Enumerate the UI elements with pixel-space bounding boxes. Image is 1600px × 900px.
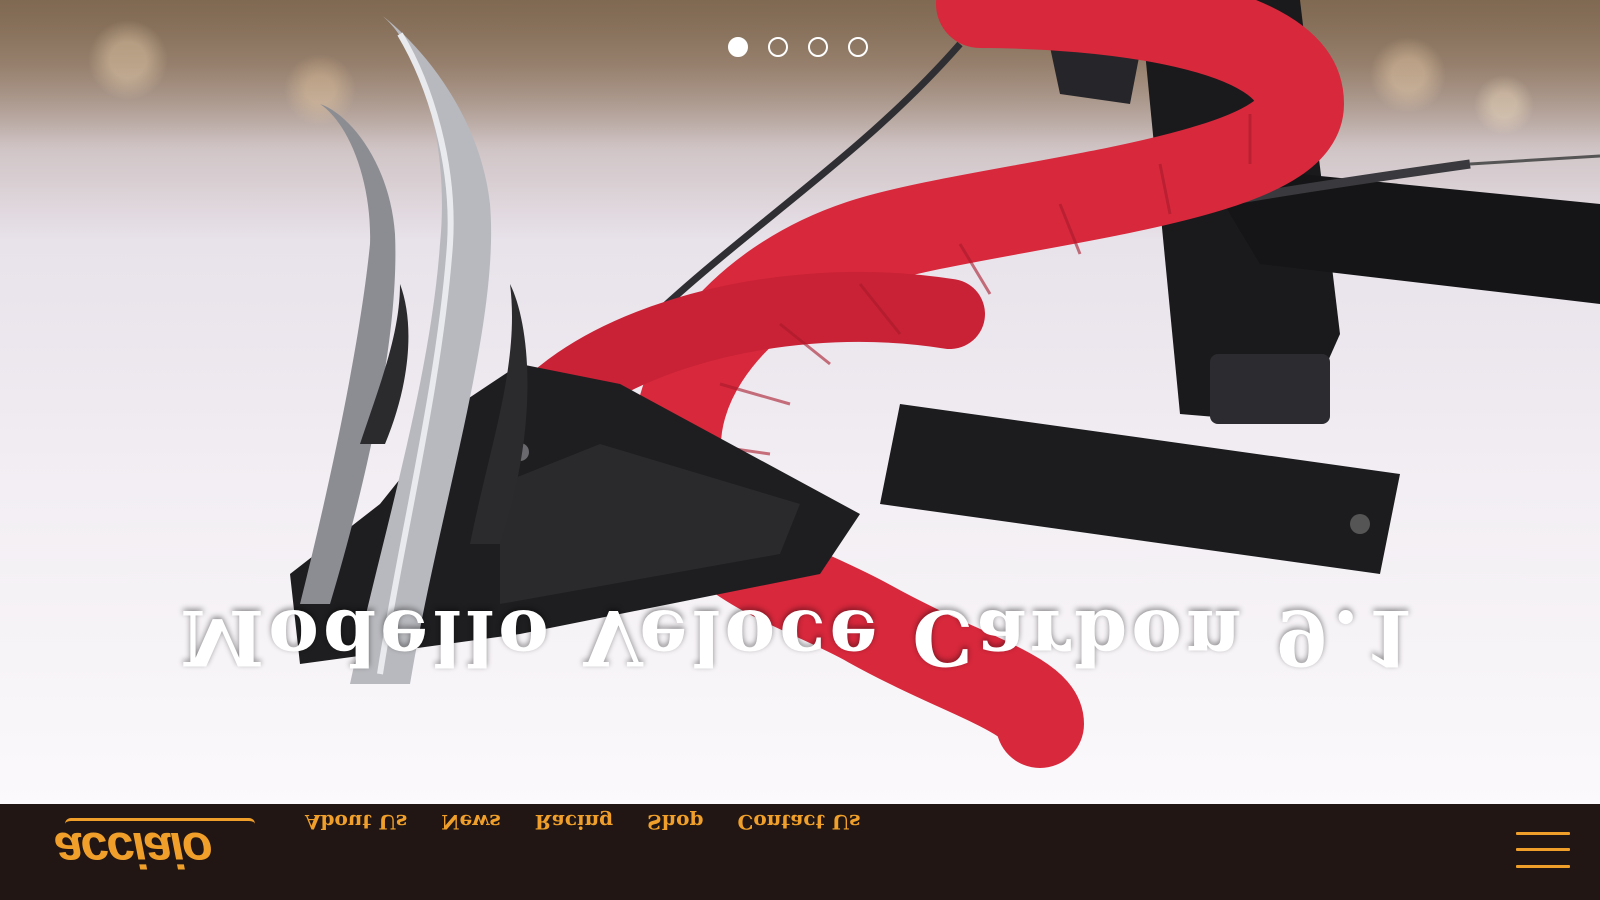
logo-swoosh-icon [65, 818, 255, 824]
hero-slider: Modello Veloce Carbon 9.1 [0, 0, 1600, 804]
slider-dot-4[interactable] [848, 37, 868, 57]
brand-logo[interactable]: acciaio [55, 818, 255, 878]
slider-pagination [728, 37, 868, 57]
hamburger-bar [1516, 865, 1570, 868]
page: Modello Veloce Carbon 9.1 acciaio About … [0, 0, 1600, 900]
nav-link-about-us[interactable]: About Us [305, 810, 407, 834]
hero-image-bicycle-handlebar [290, 0, 1600, 768]
slider-dot-1[interactable] [728, 37, 748, 57]
slider-dot-3[interactable] [808, 37, 828, 57]
slider-dot-2[interactable] [768, 37, 788, 57]
hamburger-menu-icon[interactable] [1516, 832, 1570, 868]
nav-links: About Us News Racing Shop Contact Us [305, 810, 861, 834]
hamburger-bar [1516, 832, 1570, 835]
main-navbar: acciaio About Us News Racing Shop Contac… [0, 804, 1600, 900]
nav-link-shop[interactable]: Shop [647, 810, 703, 834]
nav-link-contact-us[interactable]: Contact Us [737, 810, 860, 834]
brand-logo-text: acciaio [55, 822, 211, 878]
nav-link-news[interactable]: News [441, 810, 500, 834]
hamburger-bar [1516, 848, 1570, 852]
nav-link-racing[interactable]: Racing [535, 810, 613, 834]
hero-title: Modello Veloce Carbon 9.1 [180, 593, 1420, 682]
